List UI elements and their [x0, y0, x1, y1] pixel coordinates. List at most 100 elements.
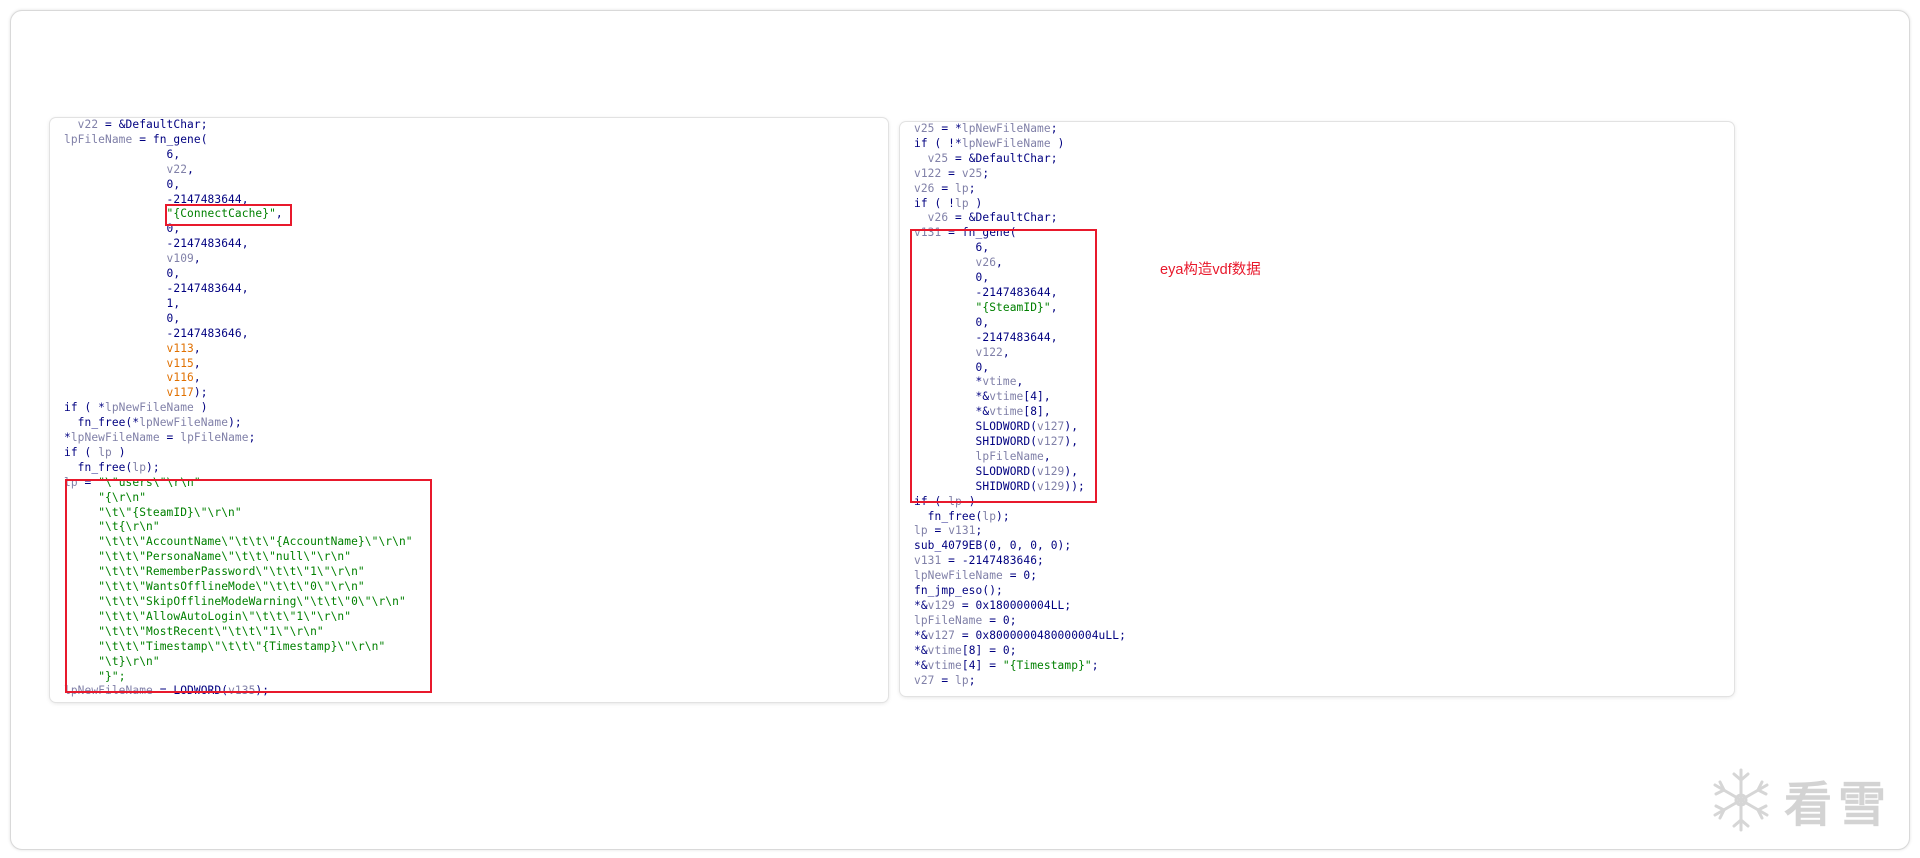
code-token: v115	[166, 356, 194, 370]
code-token: if ( !	[914, 196, 956, 210]
code-token: )	[1050, 136, 1065, 150]
annotation-label: eya构造vdf数据	[1160, 262, 1261, 278]
code-token: v26	[927, 211, 949, 225]
code-token: fn_free(*	[64, 416, 140, 430]
code-line: 6,	[64, 148, 413, 163]
code-token: ,	[187, 162, 194, 176]
watermark: 看雪	[1708, 764, 1904, 836]
code-token: lpFileName	[64, 132, 133, 146]
code-token: ;	[982, 166, 990, 180]
code-line: fn_free(*lpNewFileName);	[64, 416, 413, 431]
code-token: lpNewFileName	[914, 569, 1003, 583]
code-token: = 0;	[982, 613, 1017, 627]
code-token: v131	[914, 554, 942, 568]
highlight-box-connectcache	[165, 204, 292, 226]
code-line: v113,	[64, 342, 413, 357]
code-token: fn_free(	[914, 509, 983, 523]
code-token: )	[968, 196, 983, 210]
code-line: lpNewFileName = 0;	[914, 569, 1126, 584]
highlight-box-fn-gene-call	[910, 229, 1097, 503]
code-token: lpNewFileName	[105, 401, 194, 415]
code-token: vtime	[927, 658, 962, 672]
code-token: ;	[1050, 122, 1058, 135]
code-token: =	[927, 524, 949, 538]
code-line: *lpNewFileName = lpFileName;	[64, 431, 413, 446]
code-line: *&vtime[4] = "{Timestamp}";	[914, 659, 1126, 674]
code-token: *&	[914, 628, 928, 642]
code-token: -2147483644,	[64, 237, 249, 251]
code-token: v129	[927, 599, 956, 612]
code-token: lpNewFileName	[961, 122, 1051, 135]
code-token: = 0x180000004LL;	[955, 599, 1072, 612]
code-token: );	[996, 509, 1010, 523]
code-token: if (	[64, 445, 99, 459]
code-token: v127	[927, 628, 956, 642]
code-token: *&	[914, 658, 928, 672]
code-line: fn_jmp_eso();	[914, 584, 1126, 599]
watermark-text: 看雪	[1784, 777, 1893, 833]
code-line: -2147483644,	[64, 237, 413, 252]
code-line: v116,	[64, 371, 413, 386]
code-token: lp	[955, 196, 969, 210]
code-token: v22	[166, 162, 188, 176]
code-token: v22	[77, 118, 99, 131]
code-token: v109	[166, 252, 194, 266]
code-panel-right: v25 = *lpNewFileName; if ( !*lpNewFileNam…	[900, 122, 1734, 696]
code-line: fn_free(lp);	[914, 510, 1126, 525]
code-token: 0,	[64, 311, 181, 325]
code-token: lp	[132, 460, 147, 474]
code-token: *&	[914, 599, 928, 612]
code-line: if ( lp )	[64, 446, 413, 461]
code-line: 0,	[64, 178, 413, 193]
code-token: sub_4079EB(0, 0, 0, 0);	[914, 539, 1072, 553]
code-line: v109,	[64, 252, 413, 267]
code-token: );	[146, 460, 160, 474]
code-token: lpFileName	[914, 613, 983, 627]
code-token: *&	[914, 643, 928, 657]
code-line: if ( *lpNewFileName )	[64, 401, 413, 416]
code-token: = 0x8000000480000004uLL;	[955, 628, 1126, 642]
code-token: v131	[948, 524, 976, 538]
code-token: = fn_gene(	[132, 132, 208, 146]
code-token: [4] =	[961, 658, 1003, 672]
code-token: -2147483646,	[64, 326, 249, 340]
code-token: lp	[914, 524, 928, 538]
code-token: = -2147483646;	[941, 554, 1044, 568]
code-line: v26 = &DefaultChar;	[914, 211, 1126, 226]
code-line: -2147483646,	[64, 327, 413, 342]
code-token: [8] = 0;	[961, 643, 1017, 657]
code-token: =	[941, 166, 962, 180]
code-line: v25 = *lpNewFileName;	[914, 122, 1126, 137]
code-token: ;	[1091, 658, 1099, 672]
code-token: =	[159, 431, 181, 445]
code-token: fn_jmp_eso();	[914, 584, 1003, 598]
code-token: -2147483644,	[64, 281, 249, 295]
code-token: 1,	[64, 296, 181, 310]
code-token: v25	[961, 166, 983, 180]
code-token: lp	[955, 673, 969, 687]
code-token: "{Timestamp}"	[1002, 658, 1092, 672]
code-token: lpNewFileName	[70, 431, 160, 445]
code-token: ;	[968, 673, 976, 687]
code-token: v113	[166, 341, 194, 355]
code-token: *	[64, 431, 71, 445]
code-line: *&v127 = 0x8000000480000004uLL;	[914, 629, 1126, 644]
code-line: 0,	[64, 312, 413, 327]
code-token: )	[111, 445, 126, 459]
code-token: v27	[914, 673, 935, 687]
code-token: 0,	[64, 177, 181, 191]
code-line: if ( !lp )	[914, 197, 1126, 212]
code-token: fn_free(	[64, 460, 133, 474]
code-token: );	[193, 386, 208, 400]
code-token: )	[193, 401, 208, 415]
code-token: = &DefaultChar;	[98, 118, 208, 131]
code-token: );	[228, 416, 242, 430]
code-line: -2147483644,	[64, 282, 413, 297]
code-token: = 0;	[1002, 569, 1038, 583]
